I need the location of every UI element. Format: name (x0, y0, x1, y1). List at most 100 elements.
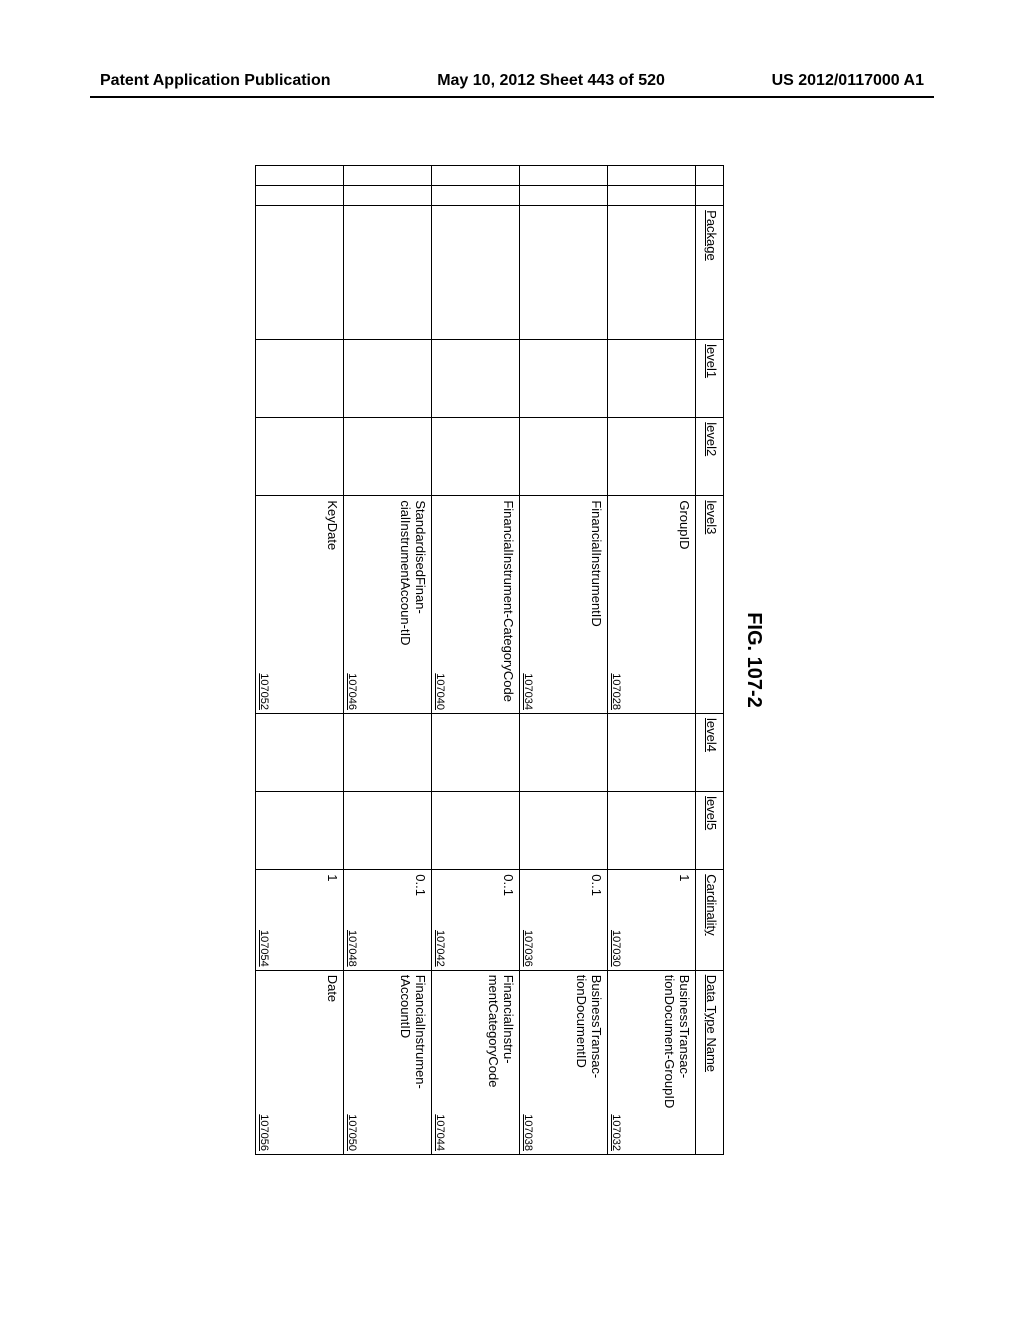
cell-level3-text: FinancialInstrumentID (588, 500, 603, 709)
page-header: Patent Application Publication May 10, 2… (0, 72, 1024, 90)
cell-cardinality: 0..1 107048 (344, 870, 432, 970)
cell-datatype: BusinessTransac-tionDocumentID 107038 (520, 970, 608, 1154)
cell-datatype: BusinessTransac-tionDocument-GroupID 107… (608, 970, 696, 1154)
cell-level5 (256, 792, 344, 870)
cell-level5 (344, 792, 432, 870)
cell-cardinality: 1 107054 (256, 870, 344, 970)
cell-level2 (256, 418, 344, 496)
cell-level1 (432, 340, 520, 418)
cell-level2 (344, 418, 432, 496)
cell-level5 (608, 792, 696, 870)
cell-level1 (608, 340, 696, 418)
page: Patent Application Publication May 10, 2… (0, 0, 1024, 1320)
cell-level1 (344, 340, 432, 418)
cell-level3-text: FinancialInstrument-CategoryCode (500, 500, 515, 709)
col-level5: level5 (696, 792, 724, 870)
figure: FIG. 107-2 Package level1 level2 level3 (255, 165, 765, 1155)
ref-number: 107056 (258, 1114, 270, 1151)
table-row: FinancialInstrumentID 107034 0..1 107036… (520, 166, 608, 1155)
col-cardinality: Cardinality (696, 870, 724, 970)
figure-rotated-wrap: FIG. 107-2 Package level1 level2 level3 (255, 165, 765, 1155)
header-right: US 2012/0117000 A1 (772, 72, 924, 90)
cell-datatype-text: FinancialInstrumen-tAccountID (397, 975, 427, 1150)
ref-number: 107052 (258, 673, 270, 710)
cell-level2 (608, 418, 696, 496)
header-left: Patent Application Publication (100, 72, 331, 90)
spec-table: Package level1 level2 level3 level4 leve… (255, 165, 724, 1155)
col-blank-2 (696, 186, 724, 206)
cell-level5 (432, 792, 520, 870)
header-rule (90, 96, 934, 98)
cell-blank (344, 166, 432, 186)
ref-number: 107032 (610, 1114, 622, 1151)
cell-cardinality: 0..1 107042 (432, 870, 520, 970)
cell-blank (520, 166, 608, 186)
ref-number: 107034 (522, 673, 534, 710)
cell-blank (256, 186, 344, 206)
cell-package (608, 206, 696, 340)
cell-level4 (256, 714, 344, 792)
cell-level3: FinancialInstrument-CategoryCode 107040 (432, 496, 520, 714)
cell-level4 (608, 714, 696, 792)
cell-level4 (520, 714, 608, 792)
table-row: FinancialInstrument-CategoryCode 107040 … (432, 166, 520, 1155)
cell-package (256, 206, 344, 340)
cell-level1 (256, 340, 344, 418)
cell-datatype: Date 107056 (256, 970, 344, 1154)
col-level3: level3 (696, 496, 724, 714)
cell-datatype-text: BusinessTransac-tionDocument-GroupID (661, 975, 691, 1150)
ref-number: 107050 (346, 1114, 358, 1151)
col-level4: level4 (696, 714, 724, 792)
cell-level2 (432, 418, 520, 496)
ref-number: 107036 (522, 930, 534, 967)
cell-cardinality: 1 107030 (608, 870, 696, 970)
cell-cardinality-text: 0..1 (412, 874, 427, 965)
cell-datatype-text: FinancialInstru-mentCategoryCode (485, 975, 515, 1150)
cell-blank (520, 186, 608, 206)
col-level2: level2 (696, 418, 724, 496)
col-package: Package (696, 206, 724, 340)
ref-number: 107054 (258, 930, 270, 967)
cell-level1 (520, 340, 608, 418)
table-row: StandardisedFinan-cialInstrumentAccoun-t… (344, 166, 432, 1155)
cell-blank (608, 166, 696, 186)
table-body: GroupID 107028 1 107030 BusinessTransac-… (256, 166, 696, 1155)
col-datatype: Data Type Name (696, 970, 724, 1154)
ref-number: 107038 (522, 1114, 534, 1151)
ref-number: 107028 (610, 673, 622, 710)
cell-blank (256, 166, 344, 186)
cell-package (344, 206, 432, 340)
header-center: May 10, 2012 Sheet 443 of 520 (437, 72, 665, 90)
cell-blank (608, 186, 696, 206)
cell-cardinality-text: 1 (324, 874, 339, 965)
table-header-row: Package level1 level2 level3 level4 leve… (696, 166, 724, 1155)
cell-level3: FinancialInstrumentID 107034 (520, 496, 608, 714)
cell-level2 (520, 418, 608, 496)
cell-cardinality-text: 1 (676, 874, 691, 965)
cell-level3: GroupID 107028 (608, 496, 696, 714)
ref-number: 107048 (346, 930, 358, 967)
col-blank-1 (696, 166, 724, 186)
cell-level3: KeyDate 107052 (256, 496, 344, 714)
cell-level5 (520, 792, 608, 870)
ref-number: 107030 (610, 930, 622, 967)
cell-blank (432, 166, 520, 186)
ref-number: 107044 (434, 1114, 446, 1151)
cell-package (520, 206, 608, 340)
ref-number: 107040 (434, 673, 446, 710)
cell-datatype: FinancialInstru-mentCategoryCode 107044 (432, 970, 520, 1154)
cell-cardinality-text: 0..1 (588, 874, 603, 965)
cell-datatype-text: Date (324, 975, 339, 1150)
cell-level4 (344, 714, 432, 792)
table-row: GroupID 107028 1 107030 BusinessTransac-… (608, 166, 696, 1155)
cell-cardinality-text: 0..1 (500, 874, 515, 965)
cell-datatype-text: BusinessTransac-tionDocumentID (573, 975, 603, 1150)
cell-level4 (432, 714, 520, 792)
ref-number: 107046 (346, 673, 358, 710)
cell-level3-text: GroupID (676, 500, 691, 709)
figure-title: FIG. 107-2 (742, 165, 765, 1155)
table-row: KeyDate 107052 1 107054 Date 107056 (256, 166, 344, 1155)
cell-cardinality: 0..1 107036 (520, 870, 608, 970)
cell-level3: StandardisedFinan-cialInstrumentAccoun-t… (344, 496, 432, 714)
ref-number: 107042 (434, 930, 446, 967)
